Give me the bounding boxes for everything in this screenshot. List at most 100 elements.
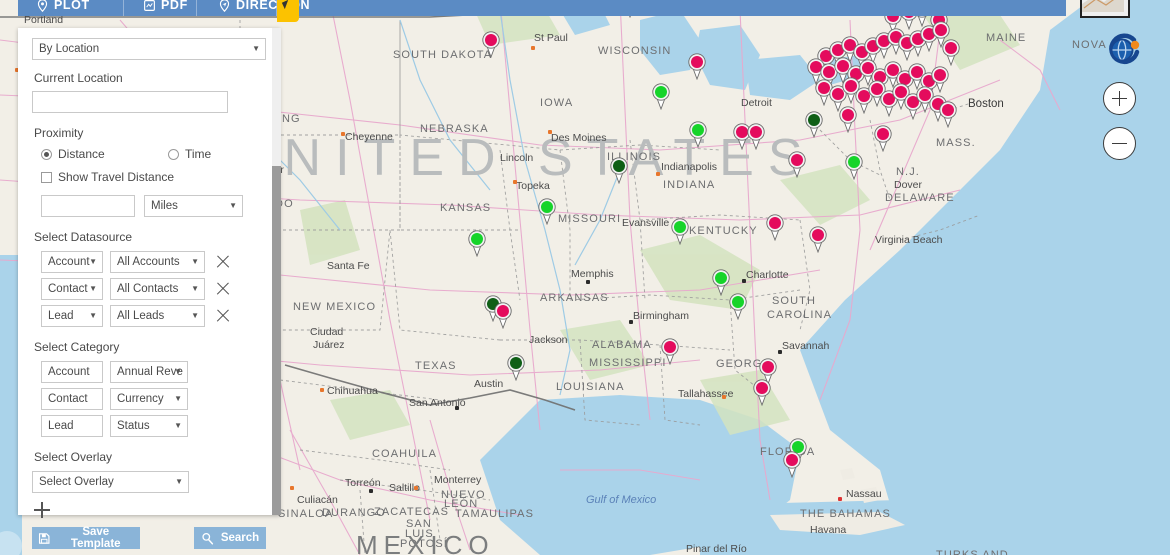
panel-scrollbar[interactable] bbox=[272, 28, 281, 515]
map-label: NEBRASKA bbox=[420, 123, 489, 135]
remove-icon[interactable] bbox=[216, 309, 230, 323]
map-pin[interactable] bbox=[783, 451, 802, 478]
save-template-button[interactable]: Save Template bbox=[32, 526, 140, 550]
search-magnifier-icon bbox=[202, 532, 213, 545]
map-pin[interactable] bbox=[688, 53, 707, 80]
map-pin[interactable] bbox=[753, 379, 772, 406]
map-label: Birmingham bbox=[633, 310, 690, 322]
map-pin[interactable] bbox=[766, 214, 785, 241]
city-dot bbox=[656, 172, 660, 176]
remove-icon[interactable] bbox=[216, 255, 230, 269]
datasource-view-select[interactable]: All Accounts ▼ bbox=[110, 251, 205, 273]
search-mode-select[interactable]: By Location ▼ bbox=[32, 38, 266, 60]
map-label: ALABAMA bbox=[592, 339, 652, 351]
map-pin[interactable] bbox=[661, 338, 680, 365]
map-label: KANSAS bbox=[440, 202, 492, 214]
category-field-select[interactable]: Currency ▼ bbox=[110, 388, 188, 410]
category-entity-field[interactable]: Lead bbox=[41, 415, 103, 437]
map-label: Torreón bbox=[345, 477, 381, 489]
chevron-down-icon: ▼ bbox=[89, 284, 97, 293]
datasource-entity-select[interactable]: Contact ▼ bbox=[41, 278, 103, 300]
map-pin[interactable] bbox=[805, 111, 824, 138]
panel-scrollbar-thumb[interactable] bbox=[272, 166, 281, 515]
show-travel-distance-label: Show Travel Distance bbox=[58, 170, 175, 184]
category-entity-value: Contact bbox=[48, 393, 88, 405]
datasource-entity-select[interactable]: Lead ▼ bbox=[41, 305, 103, 327]
proximity-distance-radio[interactable]: Distance bbox=[41, 147, 159, 161]
datasource-view-value: All Leads bbox=[117, 310, 165, 322]
map-pin[interactable] bbox=[809, 226, 828, 253]
map-pin[interactable] bbox=[482, 31, 501, 58]
map-pin[interactable] bbox=[939, 101, 958, 128]
search-panel: By Location ▼ Current Location Proximity… bbox=[18, 28, 280, 550]
map-pin[interactable] bbox=[839, 106, 858, 133]
map-label: Culiacán bbox=[297, 494, 338, 506]
category-entity-value: Lead bbox=[48, 420, 74, 432]
datasource-view-select[interactable]: All Contacts ▼ bbox=[110, 278, 205, 300]
map-pin[interactable] bbox=[845, 153, 864, 180]
datasource-row: Lead ▼ All Leads ▼ bbox=[41, 305, 266, 327]
search-button[interactable]: Search bbox=[194, 527, 266, 549]
chevron-down-icon: ▼ bbox=[191, 311, 199, 320]
cursor-tool-button[interactable] bbox=[277, 0, 299, 22]
globe-locate-icon[interactable] bbox=[1104, 31, 1144, 71]
show-travel-distance-checkbox[interactable]: Show Travel Distance bbox=[41, 170, 174, 184]
category-entity-field[interactable]: Account bbox=[41, 361, 103, 383]
city-dot bbox=[513, 180, 517, 184]
chevron-down-icon: ▼ bbox=[175, 477, 183, 486]
map-pin[interactable] bbox=[671, 218, 690, 245]
map-pin[interactable] bbox=[652, 83, 671, 110]
map-pin[interactable] bbox=[468, 230, 487, 257]
add-row-icon[interactable] bbox=[34, 502, 50, 518]
map-pin[interactable] bbox=[942, 39, 961, 66]
toolbar-pdf-label: PDF bbox=[161, 0, 188, 12]
proximity-value-input[interactable] bbox=[41, 195, 135, 217]
category-field-select[interactable]: Status ▼ bbox=[110, 415, 188, 437]
zoom-out-icon[interactable] bbox=[1103, 127, 1136, 160]
select-overlay-label: Select Overlay bbox=[34, 450, 113, 464]
datasource-view-select[interactable]: All Leads ▼ bbox=[110, 305, 205, 327]
map-label: Austin bbox=[474, 378, 504, 390]
map-label: Detroit bbox=[741, 97, 772, 109]
city-dot bbox=[455, 406, 459, 410]
map-label: TEXAS bbox=[415, 360, 457, 372]
toolbar-pdf-button[interactable]: PDF bbox=[143, 0, 188, 16]
map-label: St Paul bbox=[534, 32, 568, 44]
map-label: Cheyenne bbox=[345, 131, 393, 143]
zoom-in-icon[interactable] bbox=[1103, 82, 1136, 115]
remove-icon[interactable] bbox=[216, 282, 230, 296]
map-label: Havana bbox=[810, 524, 847, 536]
datasource-entity-select[interactable]: Account ▼ bbox=[41, 251, 103, 273]
map-pin[interactable] bbox=[494, 302, 513, 329]
checkbox-icon bbox=[41, 171, 52, 183]
map-pin[interactable] bbox=[729, 293, 748, 320]
map-pin[interactable] bbox=[747, 123, 766, 150]
map-pin[interactable] bbox=[712, 269, 731, 296]
select-datasource-label: Select Datasource bbox=[34, 230, 133, 244]
map-pin[interactable] bbox=[538, 198, 557, 225]
map-pin[interactable] bbox=[610, 157, 629, 184]
overlay-select[interactable]: Select Overlay ▼ bbox=[32, 471, 189, 493]
chevron-down-icon: ▼ bbox=[229, 201, 237, 210]
map-label: Pinar del Río bbox=[686, 543, 747, 555]
category-field-select[interactable]: Annual Reve ▼ bbox=[110, 361, 188, 383]
map-label: Des Moines bbox=[551, 132, 607, 144]
map-label: WISCONSIN bbox=[598, 45, 672, 57]
map-label: NEW MEXICO bbox=[293, 301, 377, 313]
map-pin[interactable] bbox=[507, 354, 526, 381]
current-location-input[interactable] bbox=[32, 91, 228, 113]
map-pin[interactable] bbox=[874, 125, 893, 152]
city-dot bbox=[290, 486, 294, 490]
proximity-time-radio[interactable]: Time bbox=[168, 147, 211, 161]
category-entity-field[interactable]: Contact bbox=[41, 388, 103, 410]
radio-dot-icon bbox=[168, 148, 179, 160]
map-label: TAMAULIPAS bbox=[455, 508, 535, 520]
proximity-unit-select[interactable]: Miles ▼ bbox=[144, 195, 243, 217]
toolbar-plot-button[interactable]: PLOT bbox=[36, 0, 90, 16]
map-label: DELAWARE bbox=[885, 192, 955, 204]
minimap-thumbnail[interactable] bbox=[1080, 0, 1130, 18]
map-label: Savannah bbox=[782, 340, 830, 352]
overlay-value: Select Overlay bbox=[39, 476, 114, 488]
map-pin[interactable] bbox=[689, 121, 708, 148]
map-pin[interactable] bbox=[788, 151, 807, 178]
